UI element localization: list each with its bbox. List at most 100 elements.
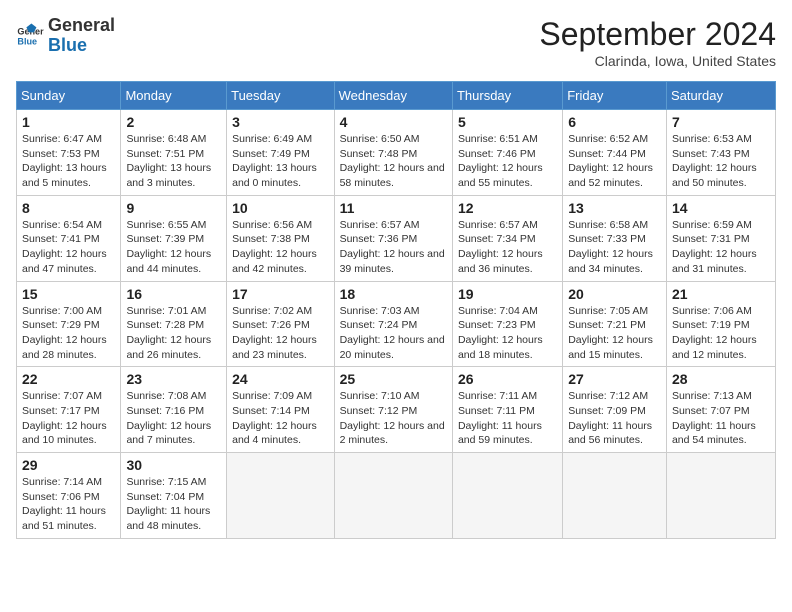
day-info: Sunrise: 6:54 AMSunset: 7:41 PMDaylight:…: [22, 219, 107, 275]
calendar-cell: 4 Sunrise: 6:50 AMSunset: 7:48 PMDayligh…: [334, 110, 452, 196]
day-info: Sunrise: 7:09 AMSunset: 7:14 PMDaylight:…: [232, 390, 317, 446]
day-number: 23: [126, 371, 221, 387]
calendar-cell: [666, 453, 775, 539]
calendar-cell: 9 Sunrise: 6:55 AMSunset: 7:39 PMDayligh…: [121, 195, 227, 281]
day-info: Sunrise: 7:00 AMSunset: 7:29 PMDaylight:…: [22, 305, 107, 361]
calendar-cell: 1 Sunrise: 6:47 AMSunset: 7:53 PMDayligh…: [17, 110, 121, 196]
day-info: Sunrise: 6:57 AMSunset: 7:34 PMDaylight:…: [458, 219, 543, 275]
day-number: 27: [568, 371, 661, 387]
logo: General Blue General Blue: [16, 16, 115, 56]
day-number: 25: [340, 371, 447, 387]
day-number: 30: [126, 457, 221, 473]
day-info: Sunrise: 6:56 AMSunset: 7:38 PMDaylight:…: [232, 219, 317, 275]
day-info: Sunrise: 6:47 AMSunset: 7:53 PMDaylight:…: [22, 133, 107, 189]
day-info: Sunrise: 6:52 AMSunset: 7:44 PMDaylight:…: [568, 133, 653, 189]
day-info: Sunrise: 7:01 AMSunset: 7:28 PMDaylight:…: [126, 305, 211, 361]
day-number: 10: [232, 200, 328, 216]
day-info: Sunrise: 6:49 AMSunset: 7:49 PMDaylight:…: [232, 133, 317, 189]
header-saturday: Saturday: [666, 82, 775, 110]
day-info: Sunrise: 6:51 AMSunset: 7:46 PMDaylight:…: [458, 133, 543, 189]
day-number: 9: [126, 200, 221, 216]
day-info: Sunrise: 6:55 AMSunset: 7:39 PMDaylight:…: [126, 219, 211, 275]
title-block: September 2024 Clarinda, Iowa, United St…: [539, 16, 776, 69]
day-number: 1: [22, 114, 115, 130]
day-info: Sunrise: 7:05 AMSunset: 7:21 PMDaylight:…: [568, 305, 653, 361]
calendar-cell: 10 Sunrise: 6:56 AMSunset: 7:38 PMDaylig…: [227, 195, 334, 281]
calendar-cell: 15 Sunrise: 7:00 AMSunset: 7:29 PMDaylig…: [17, 281, 121, 367]
day-info: Sunrise: 7:10 AMSunset: 7:12 PMDaylight:…: [340, 390, 445, 446]
calendar-cell: 29 Sunrise: 7:14 AMSunset: 7:06 PMDaylig…: [17, 453, 121, 539]
calendar-cell: 7 Sunrise: 6:53 AMSunset: 7:43 PMDayligh…: [666, 110, 775, 196]
day-number: 16: [126, 286, 221, 302]
calendar-week-row: 29 Sunrise: 7:14 AMSunset: 7:06 PMDaylig…: [17, 453, 776, 539]
calendar-cell: 21 Sunrise: 7:06 AMSunset: 7:19 PMDaylig…: [666, 281, 775, 367]
day-info: Sunrise: 7:03 AMSunset: 7:24 PMDaylight:…: [340, 305, 445, 361]
calendar-cell: 2 Sunrise: 6:48 AMSunset: 7:51 PMDayligh…: [121, 110, 227, 196]
day-number: 4: [340, 114, 447, 130]
day-number: 22: [22, 371, 115, 387]
day-info: Sunrise: 6:53 AMSunset: 7:43 PMDaylight:…: [672, 133, 757, 189]
calendar-cell: [452, 453, 562, 539]
calendar-cell: 30 Sunrise: 7:15 AMSunset: 7:04 PMDaylig…: [121, 453, 227, 539]
header-thursday: Thursday: [452, 82, 562, 110]
day-info: Sunrise: 7:07 AMSunset: 7:17 PMDaylight:…: [22, 390, 107, 446]
calendar-cell: [227, 453, 334, 539]
calendar-cell: 25 Sunrise: 7:10 AMSunset: 7:12 PMDaylig…: [334, 367, 452, 453]
day-number: 19: [458, 286, 557, 302]
calendar-cell: 28 Sunrise: 7:13 AMSunset: 7:07 PMDaylig…: [666, 367, 775, 453]
day-number: 24: [232, 371, 328, 387]
day-number: 2: [126, 114, 221, 130]
day-info: Sunrise: 7:12 AMSunset: 7:09 PMDaylight:…: [568, 390, 652, 446]
calendar-cell: 12 Sunrise: 6:57 AMSunset: 7:34 PMDaylig…: [452, 195, 562, 281]
day-info: Sunrise: 6:59 AMSunset: 7:31 PMDaylight:…: [672, 219, 757, 275]
day-number: 29: [22, 457, 115, 473]
day-number: 5: [458, 114, 557, 130]
calendar-table: SundayMondayTuesdayWednesdayThursdayFrid…: [16, 81, 776, 539]
day-info: Sunrise: 7:15 AMSunset: 7:04 PMDaylight:…: [126, 476, 210, 532]
calendar-cell: [563, 453, 667, 539]
day-number: 18: [340, 286, 447, 302]
calendar-cell: 18 Sunrise: 7:03 AMSunset: 7:24 PMDaylig…: [334, 281, 452, 367]
calendar-week-row: 8 Sunrise: 6:54 AMSunset: 7:41 PMDayligh…: [17, 195, 776, 281]
logo-icon: General Blue: [16, 22, 44, 50]
day-info: Sunrise: 6:58 AMSunset: 7:33 PMDaylight:…: [568, 219, 653, 275]
calendar-cell: 16 Sunrise: 7:01 AMSunset: 7:28 PMDaylig…: [121, 281, 227, 367]
calendar-cell: [334, 453, 452, 539]
header-friday: Friday: [563, 82, 667, 110]
day-info: Sunrise: 7:13 AMSunset: 7:07 PMDaylight:…: [672, 390, 756, 446]
calendar-cell: 6 Sunrise: 6:52 AMSunset: 7:44 PMDayligh…: [563, 110, 667, 196]
day-info: Sunrise: 6:57 AMSunset: 7:36 PMDaylight:…: [340, 219, 445, 275]
header-sunday: Sunday: [17, 82, 121, 110]
day-number: 13: [568, 200, 661, 216]
month-title: September 2024: [539, 16, 776, 53]
day-number: 20: [568, 286, 661, 302]
calendar-cell: 17 Sunrise: 7:02 AMSunset: 7:26 PMDaylig…: [227, 281, 334, 367]
calendar-header-row: SundayMondayTuesdayWednesdayThursdayFrid…: [17, 82, 776, 110]
day-number: 21: [672, 286, 770, 302]
day-number: 7: [672, 114, 770, 130]
header-monday: Monday: [121, 82, 227, 110]
day-number: 15: [22, 286, 115, 302]
day-info: Sunrise: 6:48 AMSunset: 7:51 PMDaylight:…: [126, 133, 211, 189]
day-number: 3: [232, 114, 328, 130]
day-info: Sunrise: 7:08 AMSunset: 7:16 PMDaylight:…: [126, 390, 211, 446]
logo-text: General Blue: [48, 16, 115, 56]
calendar-cell: 23 Sunrise: 7:08 AMSunset: 7:16 PMDaylig…: [121, 367, 227, 453]
calendar-cell: 26 Sunrise: 7:11 AMSunset: 7:11 PMDaylig…: [452, 367, 562, 453]
day-info: Sunrise: 7:06 AMSunset: 7:19 PMDaylight:…: [672, 305, 757, 361]
day-number: 11: [340, 200, 447, 216]
calendar-cell: 27 Sunrise: 7:12 AMSunset: 7:09 PMDaylig…: [563, 367, 667, 453]
calendar-cell: 5 Sunrise: 6:51 AMSunset: 7:46 PMDayligh…: [452, 110, 562, 196]
calendar-week-row: 22 Sunrise: 7:07 AMSunset: 7:17 PMDaylig…: [17, 367, 776, 453]
day-number: 8: [22, 200, 115, 216]
day-number: 6: [568, 114, 661, 130]
header-tuesday: Tuesday: [227, 82, 334, 110]
calendar-cell: 14 Sunrise: 6:59 AMSunset: 7:31 PMDaylig…: [666, 195, 775, 281]
calendar-cell: 13 Sunrise: 6:58 AMSunset: 7:33 PMDaylig…: [563, 195, 667, 281]
day-info: Sunrise: 7:02 AMSunset: 7:26 PMDaylight:…: [232, 305, 317, 361]
calendar-week-row: 1 Sunrise: 6:47 AMSunset: 7:53 PMDayligh…: [17, 110, 776, 196]
calendar-cell: 24 Sunrise: 7:09 AMSunset: 7:14 PMDaylig…: [227, 367, 334, 453]
day-number: 26: [458, 371, 557, 387]
calendar-cell: 8 Sunrise: 6:54 AMSunset: 7:41 PMDayligh…: [17, 195, 121, 281]
calendar-cell: 19 Sunrise: 7:04 AMSunset: 7:23 PMDaylig…: [452, 281, 562, 367]
